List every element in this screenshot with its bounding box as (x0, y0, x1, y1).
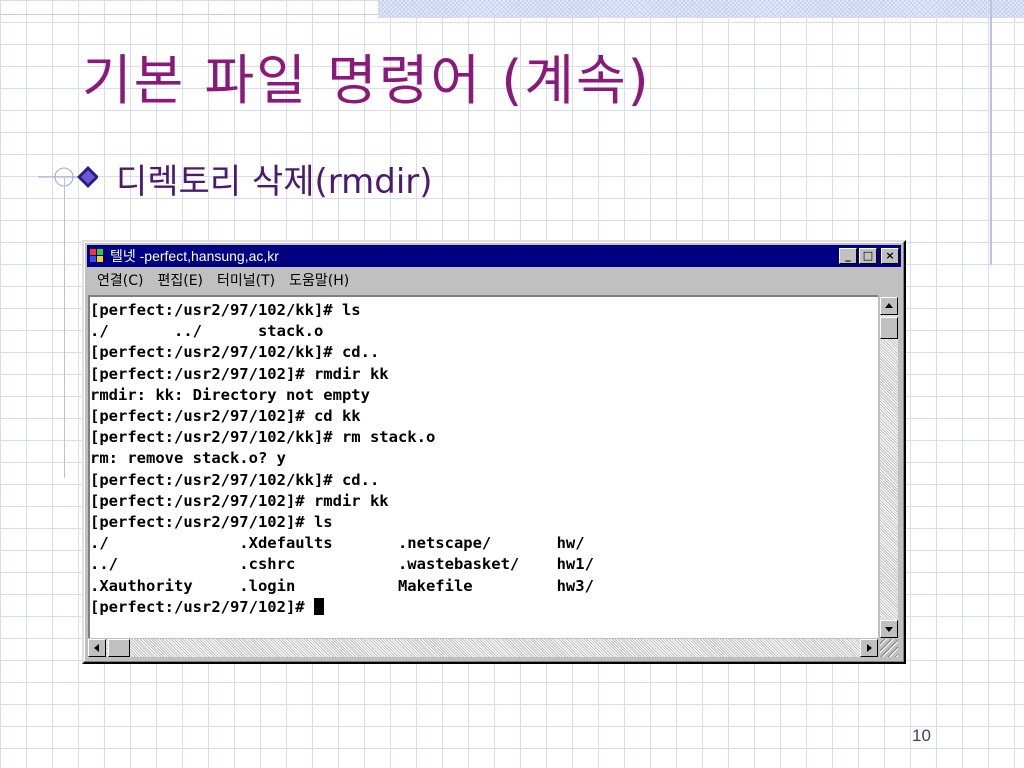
menu-help[interactable]: 도움말(H) (282, 270, 356, 290)
arrow-left-icon (94, 644, 99, 652)
vertical-scroll-thumb[interactable] (880, 317, 898, 339)
maximize-button[interactable]: □ (859, 248, 877, 264)
console-line: [perfect:/usr2/97/102]# ls (90, 513, 333, 532)
console-line: [perfect:/usr2/97/102/kk]# cd.. (90, 470, 380, 489)
menu-connect[interactable]: 연결(C) (87, 270, 150, 290)
diamond-bullet-icon (38, 166, 98, 188)
console-line: ./ .Xdefaults .netscape/ hw/ (90, 534, 585, 553)
resize-grip[interactable] (880, 639, 898, 657)
console-line: [perfect:/usr2/97/102]# rmdir kk (90, 364, 389, 383)
console-line: ../ .cshrc .wastebasket/ hw1/ (90, 555, 594, 574)
telnet-window[interactable]: 텔넷 -perfect,hansung,ac,kr _ □ × 연결(C) 편집… (82, 240, 906, 664)
terminal-output: [perfect:/usr2/97/102/kk]# ls ./ ../ sta… (90, 297, 878, 618)
top-rule (0, 14, 378, 15)
arrow-right-icon (867, 644, 872, 652)
menu-terminal[interactable]: 터미널(T) (210, 270, 282, 290)
console-line: [perfect:/usr2/97/102/kk]# cd.. (90, 343, 380, 362)
telnet-app-icon[interactable] (90, 249, 106, 263)
console-line: rmdir: kk: Directory not empty (90, 385, 370, 404)
menu-edit[interactable]: 편집(E) (150, 270, 210, 290)
scroll-up-button[interactable] (880, 297, 898, 315)
minimize-button[interactable]: _ (839, 248, 857, 264)
console-line: [perfect:/usr2/97/102/kk]# ls (90, 301, 361, 319)
console-line: [perfect:/usr2/97/102]# cd kk (90, 407, 361, 426)
window-title: 텔넷 -perfect,hansung,ac,kr (110, 248, 279, 264)
console-line: [perfect:/usr2/97/102/kk]# rm stack.o (90, 428, 436, 447)
right-rule (990, 0, 992, 265)
scroll-left-button[interactable] (88, 639, 106, 657)
console-line: rm: remove stack.o? y (90, 449, 286, 468)
scroll-down-button[interactable] (880, 620, 898, 638)
console-line: [perfect:/usr2/97/102]# (90, 597, 314, 616)
slide-title: 기본 파일 명령어 (계속) (82, 49, 651, 112)
text-cursor (313, 597, 324, 615)
arrow-up-icon (885, 303, 893, 308)
window-titlebar[interactable]: 텔넷 -perfect,hansung,ac,kr _ □ × (87, 245, 901, 267)
window-controls: _ □ × (839, 248, 899, 264)
bullet-text: 디렉토리 삭제(rmdir) (116, 162, 433, 202)
scroll-right-button[interactable] (860, 639, 878, 657)
arrow-down-icon (885, 627, 893, 632)
horizontal-scrollbar[interactable] (88, 639, 878, 657)
vertical-scrollbar[interactable] (880, 297, 898, 638)
terminal-console[interactable]: [perfect:/usr2/97/102/kk]# ls ./ ../ sta… (88, 295, 878, 638)
console-line: [perfect:/usr2/97/102]# rmdir kk (90, 491, 389, 510)
close-button[interactable]: × (881, 248, 899, 264)
console-line: ./ ../ stack.o (90, 322, 324, 341)
horizontal-scroll-thumb[interactable] (108, 639, 130, 657)
console-line: .Xauthority .login Makefile hw3/ (90, 576, 594, 595)
bullet-rule (64, 178, 65, 478)
page-number: 10 (912, 726, 931, 745)
top-decorative-band (378, 0, 1024, 18)
menu-bar: 연결(C) 편집(E) 터미널(T) 도움말(H) (87, 269, 901, 291)
